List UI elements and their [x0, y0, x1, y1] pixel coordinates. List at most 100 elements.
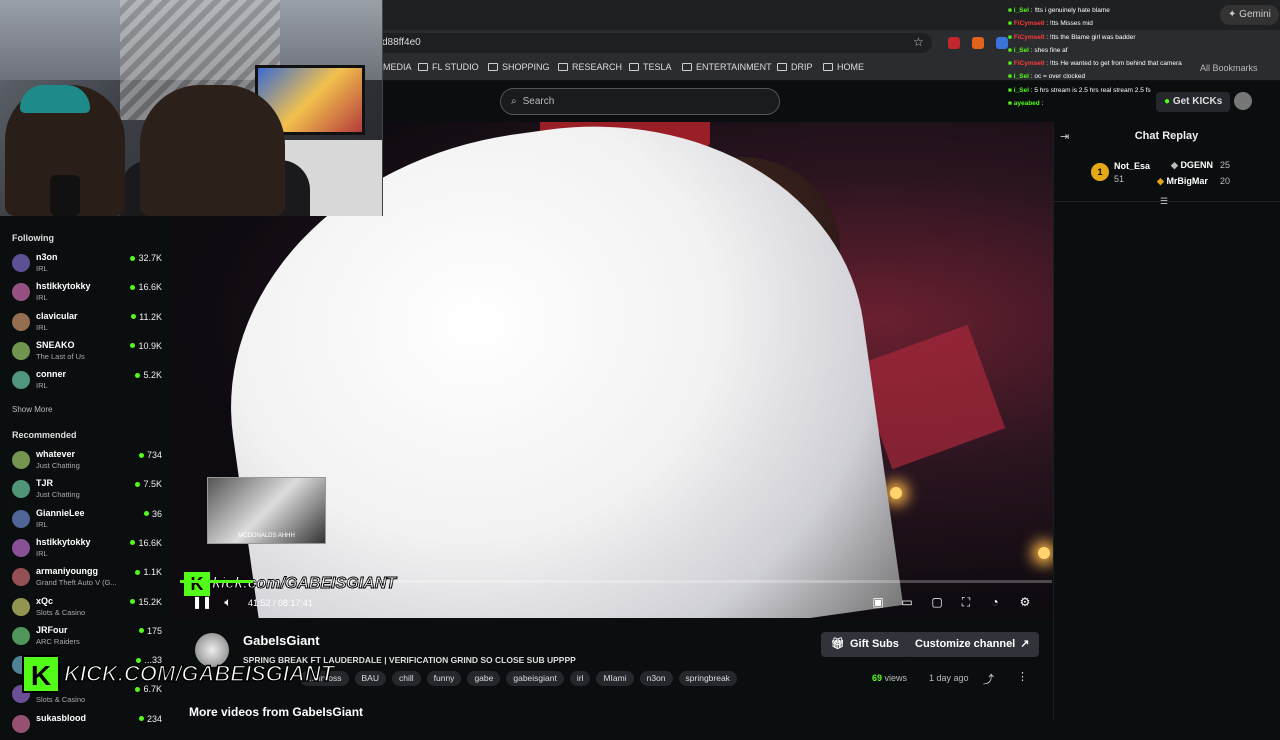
search-input[interactable]: ⌕ Search — [500, 88, 780, 115]
stream-watermark: K KICK.COM/GABEISGIANT — [22, 654, 335, 694]
leader-name[interactable]: ◆ DGENN — [1171, 160, 1213, 171]
settings-gear-icon[interactable]: ⚙ — [1018, 595, 1032, 609]
customize-label: Customize channel — [915, 638, 1016, 650]
bookmark-drip[interactable]: DRIP — [777, 62, 813, 72]
chat-text: : shes fine af — [1030, 46, 1068, 54]
tag-chip[interactable]: n3on — [639, 671, 673, 686]
tag-chip[interactable]: gabeisgiant — [506, 671, 564, 686]
extension-icon[interactable] — [948, 37, 960, 49]
gift-icon: 🎁︎ — [831, 638, 845, 650]
sidebar-channel-item[interactable]: xQc Slots & Casino 15.2K — [10, 595, 162, 623]
chat-text: : 5 hrs stream is 2.5 hrs real stream 2.… — [1030, 86, 1151, 94]
folder-icon — [488, 63, 498, 71]
channel-avatar — [12, 371, 30, 390]
sidebar-channel-item[interactable]: n3on IRL 32.7K — [10, 251, 162, 279]
leader-count: 51 — [1114, 174, 1125, 184]
sidebar-channel-item[interactable]: whatever Just Chatting 734 — [10, 448, 162, 476]
sidebar-channel-item[interactable]: clavicular IRL 11.2K — [10, 310, 162, 338]
bookmark-entertainment[interactable]: ENTERTAINMENT — [682, 62, 772, 72]
bookmark-shopping[interactable]: SHOPPING — [488, 62, 550, 72]
live-dot-icon — [135, 372, 141, 378]
more-options-icon[interactable]: ⋮ — [1017, 670, 1028, 683]
miniplayer-icon[interactable]: ▣ — [871, 595, 885, 609]
tag-chip[interactable]: chill — [391, 671, 421, 686]
share-icon[interactable]: ⤴ — [983, 671, 994, 687]
channel-avatar — [12, 480, 30, 499]
channel-avatar — [12, 312, 30, 331]
bookmark-fl-studio[interactable]: FL STUDIO — [418, 62, 479, 72]
tag-chip[interactable]: BAU — [354, 671, 386, 686]
folder-icon — [823, 63, 833, 71]
badge-icon: ■ — [1008, 7, 1012, 14]
extension-icon[interactable] — [996, 37, 1008, 49]
pip-icon[interactable]: ▢ — [930, 595, 944, 609]
badge-icon: ■ — [1008, 60, 1012, 68]
chat-username: i_Sel — [1013, 7, 1029, 14]
playback-speed-icon[interactable]: ◔ — [988, 595, 1002, 609]
folder-icon — [418, 63, 428, 71]
tag-chip[interactable]: funny — [426, 671, 462, 686]
chat-username: i_Sel — [1013, 73, 1029, 81]
bookmark-home[interactable]: HOME — [823, 62, 864, 72]
leader-name-text: DGENN — [1180, 160, 1213, 170]
channel-category: ARC Raiders — [36, 636, 80, 646]
live-dot-icon — [130, 255, 136, 261]
channel-avatar — [12, 538, 30, 557]
folder-icon — [682, 63, 692, 71]
live-dot-icon — [131, 314, 137, 320]
channel-avatar — [12, 254, 30, 272]
bookmark-star-icon[interactable]: ☆ — [913, 35, 924, 49]
leader-name[interactable]: ◆ MrBigMar — [1157, 176, 1208, 187]
channel-name: GiannieLee — [36, 507, 85, 518]
volume-icon[interactable]: 🔈︎ — [221, 595, 235, 609]
theater-mode-icon[interactable]: ▭ — [900, 595, 914, 609]
viewer-count: 11.2K — [131, 312, 162, 322]
viewer-count-text: 16.6K — [138, 282, 162, 293]
bookmark-media[interactable]: MEDIA — [383, 62, 412, 72]
leader-name[interactable]: Not_Esa — [1114, 161, 1150, 171]
viewer-count-text: 5.2K — [143, 370, 162, 381]
chat-overlay-message: ■ ayeabed : — [1008, 97, 1280, 110]
badge-icon: ■ — [1008, 86, 1012, 94]
customize-channel-button[interactable]: Customize channel ↗ — [905, 632, 1040, 657]
fullscreen-icon[interactable]: ⛶ — [959, 595, 973, 609]
show-more-link[interactable]: Show More — [12, 405, 52, 414]
tag-chip[interactable]: gabe — [467, 671, 501, 686]
channel-name: TJR — [36, 478, 54, 489]
viewer-count: 5.2K — [135, 370, 162, 380]
viewer-count: 10.9K — [130, 341, 162, 351]
sidebar-channel-item[interactable]: JRFour ARC Raiders 175 — [10, 624, 162, 652]
bookmark-research[interactable]: RESEARCH — [558, 62, 622, 72]
sidebar-channel-item[interactable]: hstikkytokky IRL 16.6K — [10, 280, 162, 308]
gift-subs-button[interactable]: 🎁︎ Gift Subs — [821, 632, 909, 657]
pause-icon[interactable]: ❚❚ — [192, 595, 212, 609]
extension-icon[interactable] — [972, 37, 984, 49]
sidebar-channel-item[interactable]: hstikkytokky IRL 16.6K — [10, 536, 162, 564]
channel-name: whatever — [36, 449, 76, 459]
bookmark-tesla[interactable]: TESLA — [629, 62, 672, 72]
sidebar-channel-item[interactable]: SNEAKO The Last of Us 10.9K — [10, 339, 162, 367]
channel-name: SNEAKO — [36, 339, 75, 350]
sidebar-channel-item[interactable]: armaniyoungg Grand Theft Auto V (G... 1.1K — [10, 565, 162, 593]
channel-name: armaniyoungg — [36, 566, 99, 577]
tag-chip[interactable]: irl — [569, 671, 591, 686]
sidebar-channel-item[interactable]: conner IRL 5.2K — [10, 368, 162, 396]
tag-chip[interactable]: springbreak — [678, 671, 737, 686]
sidebar-channel-item[interactable]: GiannieLee IRL 36 — [10, 507, 162, 535]
viewer-count-text: 32.7K — [138, 253, 162, 263]
folder-icon — [629, 63, 639, 71]
video-watermark: K kick.com/GABEISGIANT — [184, 572, 397, 596]
sidebar-channel-item[interactable]: sukasblood 234 — [10, 712, 162, 740]
progress-bar[interactable] — [180, 580, 1052, 583]
chat-text: : !tts He wanted to get from behind that… — [1046, 60, 1182, 68]
bookmark-label: HOME — [837, 62, 864, 72]
sidebar-channel-item[interactable]: TJR Just Chatting 7.5K — [10, 477, 162, 505]
channel-name[interactable]: GabeIsGiant — [243, 633, 320, 648]
folder-icon — [777, 63, 787, 71]
tag-chip[interactable]: MIami — [596, 671, 634, 686]
chat-username: ayeabed — [1013, 100, 1040, 108]
bookmark-label: SHOPPING — [502, 62, 550, 72]
channel-category: IRL — [36, 519, 48, 529]
address-bar[interactable]: d88ff4e0 — [372, 33, 932, 53]
filter-icon[interactable]: ☰ — [1160, 196, 1168, 207]
